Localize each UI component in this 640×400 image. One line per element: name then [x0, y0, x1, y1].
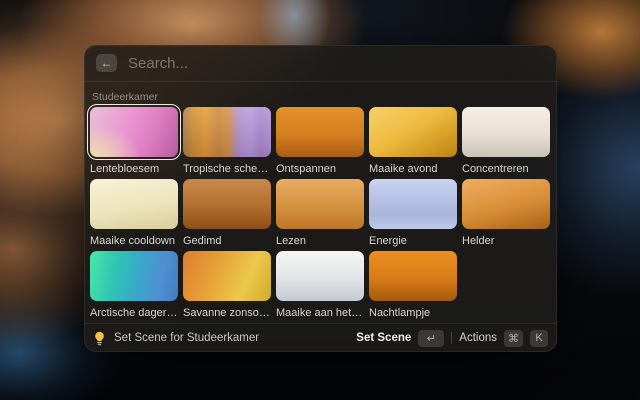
scene-label: Maaike aan het werk — [276, 307, 364, 319]
arrow-left-icon: ← — [101, 57, 113, 69]
scene-thumbnail[interactable] — [90, 107, 178, 157]
enter-keycap[interactable]: ↵ — [418, 330, 444, 347]
lightbulb-icon — [93, 331, 106, 346]
back-button[interactable]: ← — [96, 54, 117, 72]
scene-thumbnail[interactable] — [369, 107, 457, 157]
scene-label: Lentebloesem — [90, 163, 178, 175]
scene-item[interactable]: Nachtlampje — [369, 251, 457, 323]
scene-thumbnail[interactable] — [90, 251, 178, 301]
scene-item[interactable]: Lezen — [276, 179, 364, 251]
scene-thumbnail[interactable] — [462, 107, 550, 157]
footer-bar: Set Scene for Studeerkamer Set Scene ↵ A… — [84, 324, 557, 352]
scene-item[interactable]: Tropische schemering — [183, 107, 271, 179]
scene-item[interactable]: Arctische dageraad — [90, 251, 178, 323]
cmd-keycap[interactable]: ⌘ — [504, 330, 523, 347]
scene-item[interactable]: Energie — [369, 179, 457, 251]
scene-label: Savanne zonsonderg… — [183, 307, 271, 319]
scene-thumbnail[interactable] — [369, 179, 457, 229]
footer-actions: Set Scene ↵ Actions ⌘ K — [356, 330, 548, 347]
section-title: Studeerkamer — [92, 91, 548, 103]
scene-thumbnail[interactable] — [90, 179, 178, 229]
scene-item[interactable]: Concentreren — [462, 107, 550, 179]
scene-label: Arctische dageraad — [90, 307, 178, 319]
scene-label: Helder — [462, 235, 550, 247]
scene-thumbnail[interactable] — [183, 107, 271, 157]
footer-vertical-divider — [451, 332, 452, 344]
scene-thumbnail[interactable] — [369, 251, 457, 301]
scene-thumbnail[interactable] — [276, 251, 364, 301]
scene-picker-window: ← Studeerkamer Lentebloesem Tropische sc… — [84, 45, 557, 352]
set-scene-button[interactable]: Set Scene — [356, 332, 411, 344]
scene-label: Ontspannen — [276, 163, 364, 175]
scene-label: Maaike avond — [369, 163, 457, 175]
scene-label: Concentreren — [462, 163, 550, 175]
scene-section: Studeerkamer Lentebloesem Tropische sche… — [84, 82, 557, 323]
scene-item[interactable]: Savanne zonsonderg… — [183, 251, 271, 323]
scene-item[interactable]: Ontspannen — [276, 107, 364, 179]
scene-label: Energie — [369, 235, 457, 247]
footer-hint: Set Scene for Studeerkamer — [114, 332, 259, 344]
actions-button[interactable]: Actions — [459, 332, 497, 344]
scene-label: Gedimd — [183, 235, 271, 247]
scene-label: Nachtlampje — [369, 307, 457, 319]
scene-item[interactable]: Gedimd — [183, 179, 271, 251]
scene-item[interactable]: Maaike cooldown — [90, 179, 178, 251]
scene-thumbnail[interactable] — [183, 251, 271, 301]
scene-thumbnail[interactable] — [276, 107, 364, 157]
scene-label: Maaike cooldown — [90, 235, 178, 247]
search-bar: ← — [84, 45, 557, 81]
scene-item[interactable]: Maaike avond — [369, 107, 457, 179]
scene-thumbnail[interactable] — [462, 179, 550, 229]
scene-label: Tropische schemering — [183, 163, 271, 175]
scene-label: Lezen — [276, 235, 364, 247]
scene-thumbnail[interactable] — [276, 179, 364, 229]
search-input[interactable] — [128, 55, 545, 72]
scene-grid: Lentebloesem Tropische schemering Ontspa… — [90, 107, 548, 323]
scene-item[interactable]: Lentebloesem — [90, 107, 178, 179]
scene-item[interactable]: Maaike aan het werk — [276, 251, 364, 323]
scene-thumbnail[interactable] — [183, 179, 271, 229]
k-keycap[interactable]: K — [530, 330, 548, 347]
scene-item[interactable]: Helder — [462, 179, 550, 251]
